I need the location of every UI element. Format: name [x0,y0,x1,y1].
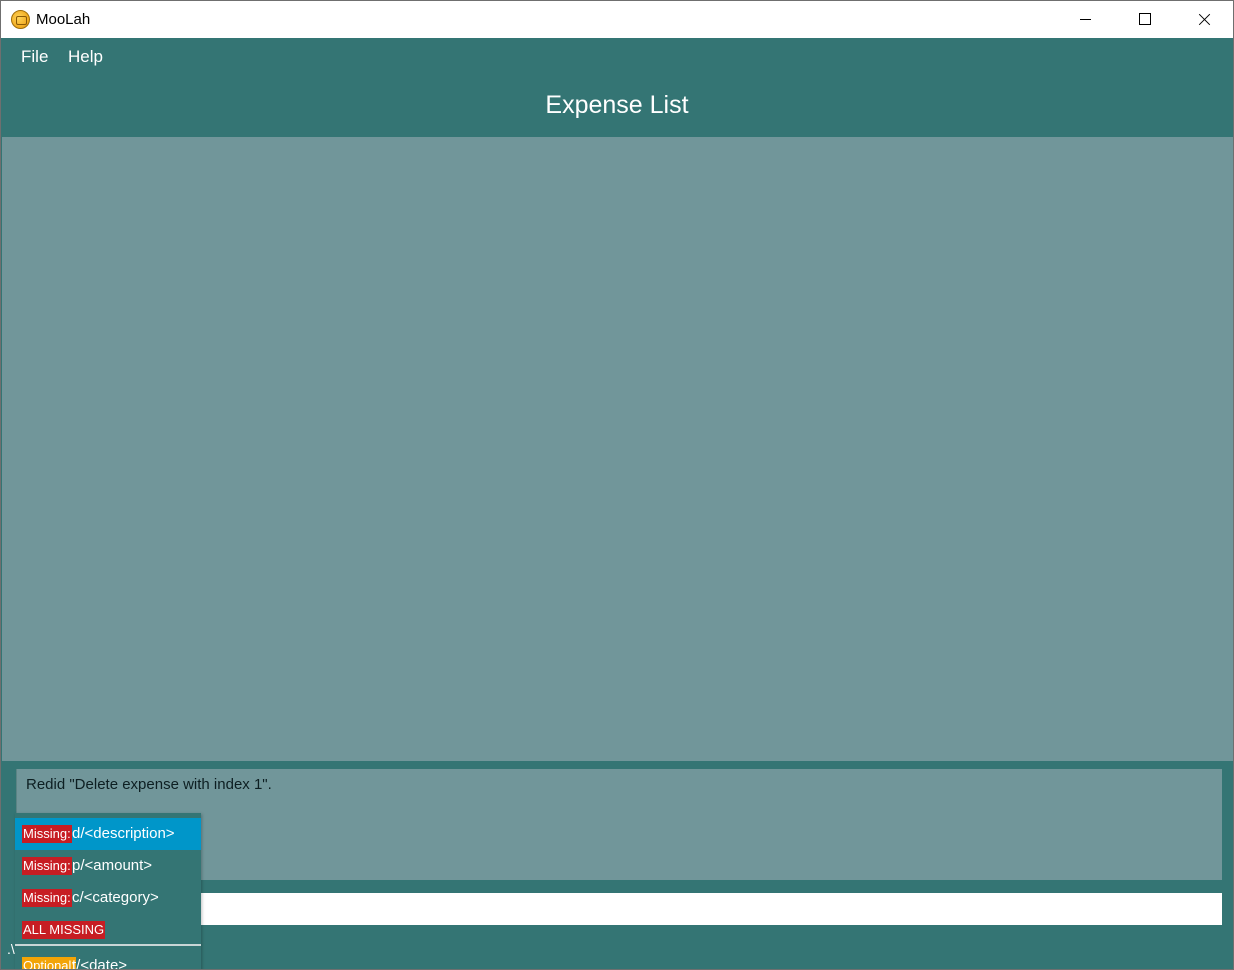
autocomplete-item-date[interactable]: Optional: t/<date> [15,950,201,970]
autocomplete-popup: Missing: d/<description> Missing: p/<amo… [15,813,201,970]
app-window: MooLah File Help Expense List Redid "Del… [0,0,1234,970]
autocomplete-item-amount[interactable]: Missing: p/<amount> [15,850,201,882]
expense-list-panel[interactable] [2,137,1233,761]
menu-file[interactable]: File [21,47,48,67]
param-label: t/<date> [72,957,128,970]
missing-tag: Missing: [22,825,72,843]
autocomplete-item-description[interactable]: Missing: d/<description> [15,818,201,850]
app-icon [11,10,30,29]
close-button[interactable] [1175,1,1233,38]
all-missing-tag: ALL MISSING [22,921,106,939]
menu-help[interactable]: Help [68,47,103,67]
param-label: d/<description> [72,825,175,842]
optional-tag: Optional: [22,957,77,969]
popup-divider [15,944,201,946]
expense-list-title: Expense List [545,91,689,119]
title-bar[interactable]: MooLah [1,1,1233,38]
autocomplete-item-category[interactable]: Missing: c/<category> [15,882,201,914]
missing-tag: Missing: [22,889,72,907]
window-title: MooLah [36,11,91,28]
param-label: c/<category> [72,889,159,906]
missing-tag: Missing: [22,857,72,875]
maximize-button[interactable] [1116,1,1174,38]
menu-bar: File Help [1,38,1233,76]
result-text: Redid "Delete expense with index 1". [26,776,272,793]
status-path: .\ [7,941,15,957]
param-label: p/<amount> [72,857,153,874]
minimize-button[interactable] [1057,1,1115,38]
autocomplete-item-all-missing[interactable]: ALL MISSING [15,914,201,946]
